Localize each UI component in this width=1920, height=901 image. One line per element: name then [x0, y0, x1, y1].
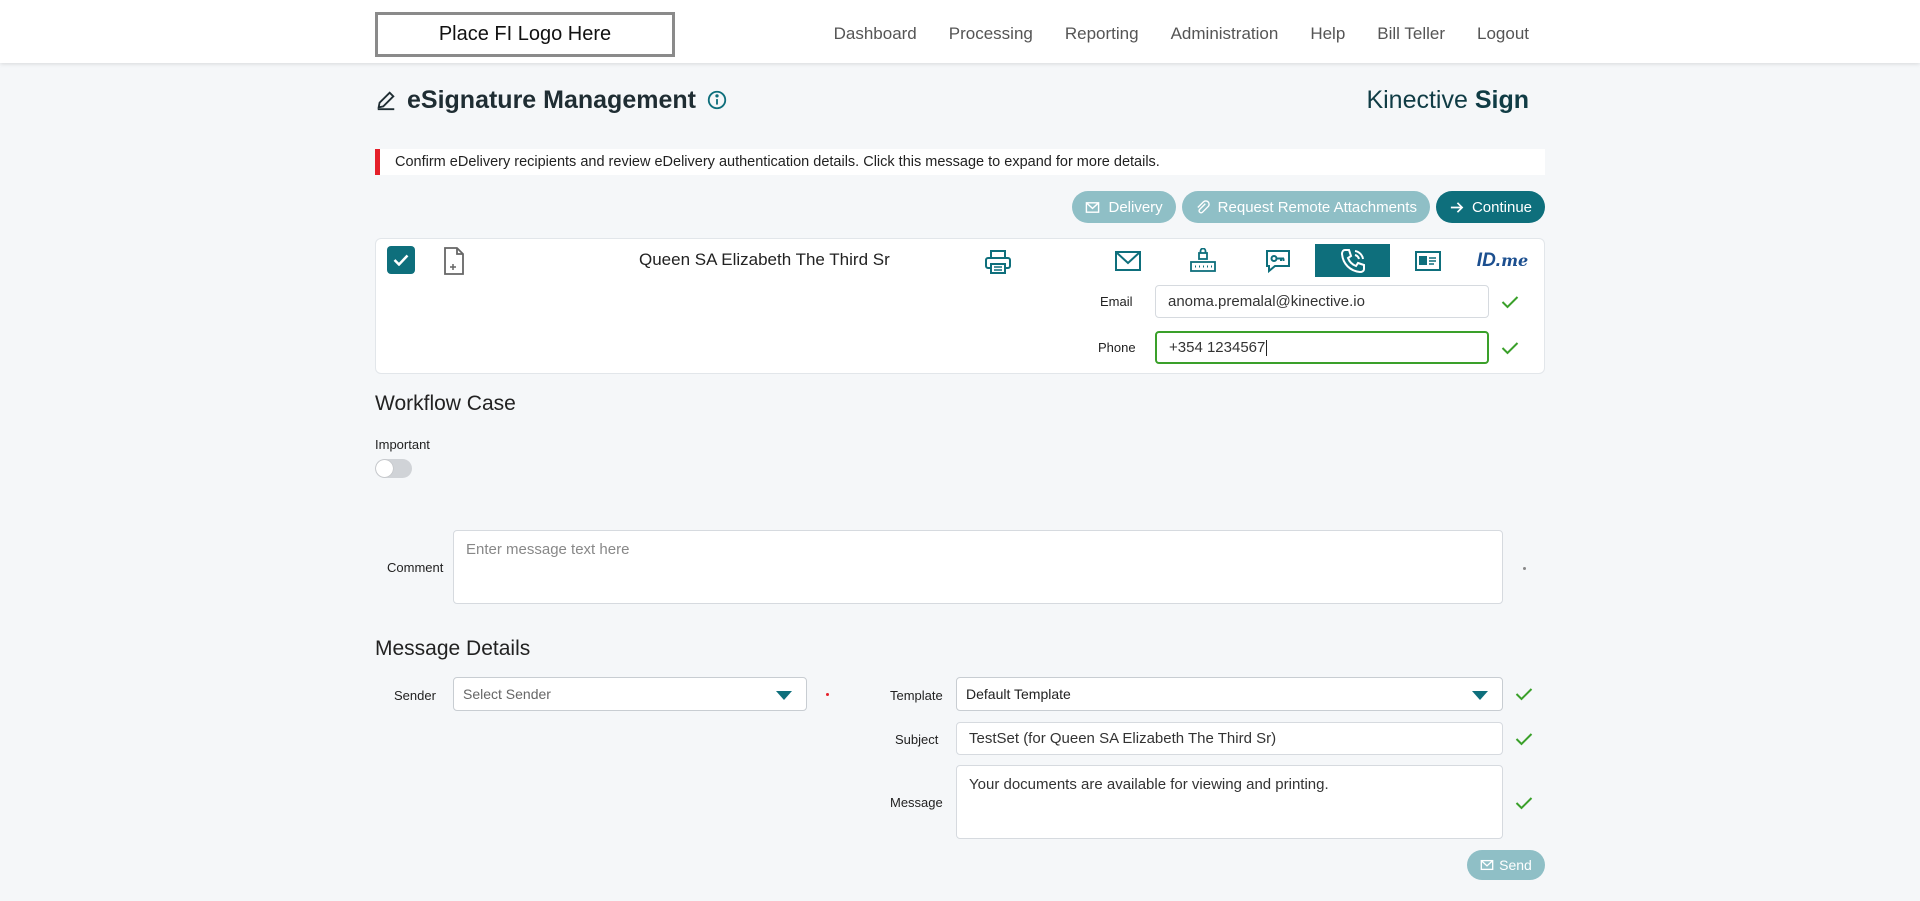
top-bar: Place FI Logo Here Dashboard Processing … [0, 0, 1920, 63]
logo-placeholder: Place FI Logo Here [375, 12, 675, 57]
comment-input[interactable]: Enter message text here [453, 530, 1503, 604]
sender-label: Sender [394, 688, 436, 703]
workflow-heading: Workflow Case [375, 392, 516, 415]
template-valid-check-icon [1515, 688, 1533, 701]
text-cursor [1266, 339, 1268, 356]
comment-required-marker [1523, 567, 1526, 570]
chevron-down-icon [776, 691, 792, 700]
main-nav: Dashboard Processing Reporting Administr… [834, 0, 1529, 68]
method-idme[interactable]: ID.me [1465, 244, 1540, 277]
info-icon[interactable] [706, 89, 728, 111]
nav-reporting[interactable]: Reporting [1065, 24, 1139, 44]
sms-lock-icon [1189, 247, 1216, 272]
id-card-icon [1414, 250, 1441, 271]
document-icon[interactable] [442, 247, 466, 275]
method-sms-lock[interactable] [1165, 244, 1240, 277]
nav-logout[interactable]: Logout [1477, 24, 1529, 44]
method-id-card[interactable] [1390, 244, 1465, 277]
important-label: Important [375, 437, 430, 452]
phone-icon [1340, 248, 1365, 273]
subject-valid-check-icon [1515, 733, 1533, 746]
chevron-down-icon [1472, 691, 1488, 700]
delivery-button[interactable]: Delivery [1072, 191, 1176, 223]
message-input[interactable]: Your documents are available for viewing… [956, 765, 1503, 839]
method-email[interactable] [1090, 244, 1165, 277]
message-label: Message [890, 795, 943, 810]
brand-logo: Kinective Sign [1366, 86, 1529, 114]
nav-user[interactable]: Bill Teller [1377, 24, 1445, 44]
method-phone[interactable] [1315, 244, 1390, 277]
sender-select[interactable]: Select Sender [453, 677, 807, 711]
send-button[interactable]: Send [1467, 850, 1545, 880]
nav-processing[interactable]: Processing [949, 24, 1033, 44]
continue-button[interactable]: Continue [1435, 191, 1545, 223]
alert-banner[interactable]: Confirm eDelivery recipients and review … [375, 149, 1545, 175]
alert-text: Confirm eDelivery recipients and review … [395, 154, 1160, 170]
important-toggle[interactable] [375, 459, 412, 478]
recipient-checkbox[interactable] [387, 246, 415, 274]
template-label: Template [890, 688, 943, 703]
idme-logo: ID.me [1476, 249, 1529, 271]
nav-dashboard[interactable]: Dashboard [834, 24, 917, 44]
chat-key-icon [1265, 249, 1290, 273]
action-buttons: Delivery Request Remote Attachments Cont… [1072, 191, 1545, 223]
nav-administration[interactable]: Administration [1171, 24, 1279, 44]
nav-help[interactable]: Help [1310, 24, 1345, 44]
message-valid-check-icon [1515, 797, 1533, 810]
email-label: Email [1100, 294, 1133, 309]
check-icon [393, 254, 409, 266]
phone-label: Phone [1098, 340, 1136, 355]
page-title: eSignature Management [407, 85, 696, 114]
email-valid-check-icon [1501, 296, 1519, 309]
comment-label: Comment [387, 560, 444, 575]
recipient-name: Queen SA Elizabeth The Third Sr [639, 250, 890, 269]
arrow-right-icon [1450, 201, 1464, 213]
email-icon [1114, 250, 1141, 271]
email-field[interactable]: anoma.premalal@kinective.io [1155, 285, 1489, 318]
pen-icon [377, 91, 395, 111]
page-title-row: eSignature Management [375, 83, 728, 117]
envelope-icon [1480, 859, 1494, 871]
message-details-heading: Message Details [375, 637, 531, 660]
envelope-icon [1086, 201, 1100, 213]
printer-icon[interactable] [984, 249, 1012, 275]
sender-required-marker [826, 693, 829, 696]
paperclip-icon [1196, 199, 1210, 213]
phone-field[interactable]: +354 1234567 [1155, 331, 1489, 364]
recipient-card: Queen SA Elizabeth The Third Sr ID.me Em… [375, 238, 1545, 374]
phone-valid-check-icon [1501, 342, 1519, 355]
subject-field[interactable]: TestSet (for Queen SA Elizabeth The Thir… [956, 722, 1503, 755]
delivery-methods: ID.me [1090, 244, 1540, 277]
subject-label: Subject [895, 732, 939, 747]
request-remote-attachments-button[interactable]: Request Remote Attachments [1181, 191, 1430, 223]
template-select[interactable]: Default Template [956, 677, 1503, 711]
method-chat-key[interactable] [1240, 244, 1315, 277]
